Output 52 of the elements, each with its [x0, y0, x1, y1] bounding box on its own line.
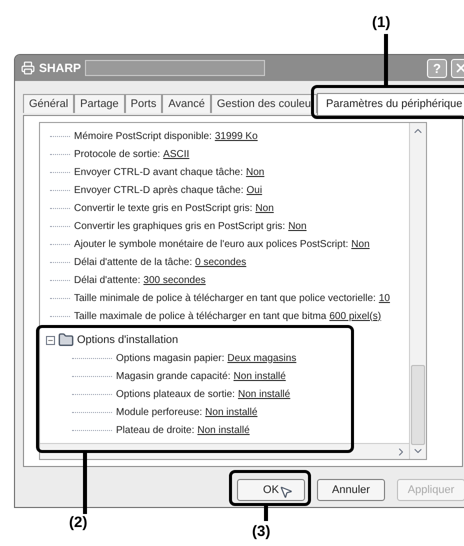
setting-value-link[interactable]: 0 secondes	[195, 254, 246, 270]
callout-number: (2)	[69, 513, 88, 533]
dialog-button[interactable]: Annuler	[317, 479, 385, 502]
setting-value-link[interactable]: ASCII	[163, 146, 190, 162]
close-icon	[454, 61, 464, 75]
setting-label: Taille minimale de police à télécharger en tant que police vectorielle:	[74, 292, 376, 306]
setting-value-link[interactable]: Non installé	[238, 386, 290, 402]
setting-label: Délai d'attente de la tâche:	[74, 256, 192, 270]
vertical-scrollbar[interactable]	[409, 123, 426, 459]
setting-value-link[interactable]: Non	[255, 200, 274, 216]
setting-value-link[interactable]: Non	[246, 164, 264, 180]
setting-value-link[interactable]: 300 secondes	[143, 272, 206, 288]
setting-label: Protocole de sortie:	[74, 148, 160, 162]
scrollbar-thumb[interactable]	[411, 365, 425, 445]
tab[interactable]: Gestion des couleu	[210, 94, 318, 114]
setting-label: Envoyer CTRL-D avant chaque tâche:	[74, 166, 243, 180]
cursor-icon	[279, 485, 293, 499]
setting-label: Envoyer CTRL-D après chaque tâche:	[74, 184, 244, 198]
setting-value-link[interactable]: Non installé	[197, 422, 250, 438]
setting-value-link[interactable]: 600 pixel(s)	[329, 308, 382, 324]
folder-icon	[58, 332, 74, 348]
callout-number: (3)	[252, 522, 270, 542]
setting-label: Options plateaux de sortie:	[116, 388, 235, 402]
setting-label: Options magasin papier:	[116, 352, 224, 366]
setting-value-link[interactable]: Deux magasins	[227, 350, 296, 366]
setting-value-link[interactable]: Non installé	[234, 368, 286, 384]
setting-value-link[interactable]: Oui	[246, 182, 262, 198]
setting-label: Convertir le texte gris en PostScript gris:	[74, 202, 252, 216]
window-title: SHARP	[39, 60, 82, 77]
setting-label: Mémoire PostScript disponible:	[74, 130, 212, 144]
setting-label: Module perforeuse:	[116, 406, 202, 420]
tab[interactable]: Général	[23, 94, 74, 114]
setting-value-link[interactable]: Non	[288, 218, 307, 234]
setting-value-link[interactable]: Non installé	[205, 404, 258, 420]
setting-label: Convertir les graphiques gris en PostScript gris:	[74, 220, 286, 234]
setting-label: Magasin grande capacité:	[116, 370, 231, 384]
tab[interactable]: Avancé	[162, 94, 211, 114]
tab[interactable]: Ports	[124, 94, 162, 114]
callout-number: (1)	[372, 13, 390, 33]
tab[interactable]: Paramètres du périphérique	[317, 92, 464, 115]
collapse-toggle[interactable]	[46, 336, 55, 344]
setting-label: Délai d'attente:	[74, 274, 140, 288]
tab[interactable]: Partage	[74, 94, 125, 114]
setting-value-link[interactable]: Non	[351, 236, 370, 252]
setting-label: Ajouter le symbole monétaire de l'euro aux polices PostScript:	[74, 238, 348, 252]
setting-value-link[interactable]: 10	[378, 290, 390, 306]
setting-label: Plateau de droite:	[116, 424, 194, 438]
setting-label: Taille maximale de police à télécharger en tant que bitma	[74, 310, 326, 324]
dialog-button[interactable]: OK	[237, 479, 305, 502]
setting-value-link[interactable]: 31999 Ko	[214, 128, 258, 144]
tree-group-label[interactable]: Options d'installation	[77, 332, 178, 348]
printer-icon	[21, 61, 35, 75]
